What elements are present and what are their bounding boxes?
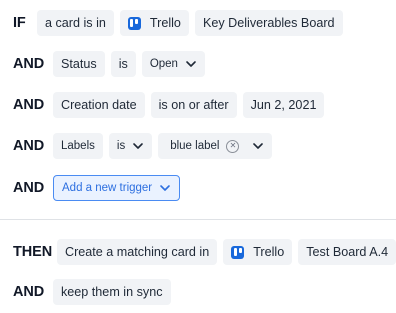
trello-logo-icon — [127, 16, 141, 30]
add-trigger-label: Add a new trigger — [62, 182, 153, 194]
if-condition-row: IF a card is in Trello Key Deliverables … — [0, 10, 349, 36]
date-condition-row: AND Creation date is on or after Jun 2, … — [0, 92, 330, 118]
section-divider — [0, 219, 396, 220]
action-board-chip[interactable]: Test Board A.4 — [298, 239, 396, 265]
action-app-label: Trello — [253, 245, 285, 259]
status-field-chip: Status — [53, 51, 105, 77]
labels-operator-dropdown[interactable]: is — [108, 133, 153, 159]
chevron-down-icon — [185, 58, 197, 70]
trigger-app-chip[interactable]: Trello — [119, 10, 189, 36]
action-chip: Create a matching card in — [57, 239, 218, 265]
chevron-down-icon — [252, 140, 264, 152]
trigger-subject-chip: a card is in — [37, 10, 114, 36]
trigger-app-label: Trello — [149, 16, 181, 30]
trigger-board-chip[interactable]: Key Deliverables Board — [194, 10, 343, 36]
and-keyword: AND — [13, 138, 45, 154]
labels-condition-row: AND Labels is blue label ✕ — [0, 133, 278, 159]
chevron-down-icon — [159, 182, 171, 194]
trello-logo-icon — [231, 245, 245, 259]
and-keyword: AND — [13, 180, 45, 196]
status-operator-chip: is — [110, 51, 136, 77]
sync-chip: keep them in sync — [53, 279, 171, 305]
labels-field-chip: Labels — [53, 133, 103, 159]
labels-operator-label: is — [116, 140, 126, 152]
labels-value-dropdown[interactable]: blue label ✕ — [158, 133, 273, 159]
and-keyword: AND — [13, 284, 45, 300]
chevron-down-icon — [132, 140, 144, 152]
add-trigger-row: AND Add a new trigger — [0, 175, 186, 201]
status-value-dropdown[interactable]: Open — [141, 51, 205, 77]
date-field-chip: Creation date — [53, 92, 145, 118]
then-action-row: THEN Create a matching card in Trello Te… — [0, 239, 396, 265]
labels-value-label: blue label — [170, 140, 220, 152]
and-keyword: AND — [13, 56, 45, 72]
action-app-chip[interactable]: Trello — [223, 239, 293, 265]
and-keyword: AND — [13, 97, 45, 113]
add-trigger-button[interactable]: Add a new trigger — [53, 175, 181, 201]
if-keyword: IF — [13, 15, 26, 31]
status-condition-row: AND Status is Open — [0, 51, 211, 77]
status-value-label: Open — [149, 58, 178, 70]
x-circle-icon[interactable]: ✕ — [226, 139, 240, 153]
date-operator-chip[interactable]: is on or after — [150, 92, 237, 118]
then-keyword: THEN — [13, 244, 53, 260]
date-value-chip[interactable]: Jun 2, 2021 — [242, 92, 325, 118]
sync-action-row: AND keep them in sync — [0, 279, 177, 305]
